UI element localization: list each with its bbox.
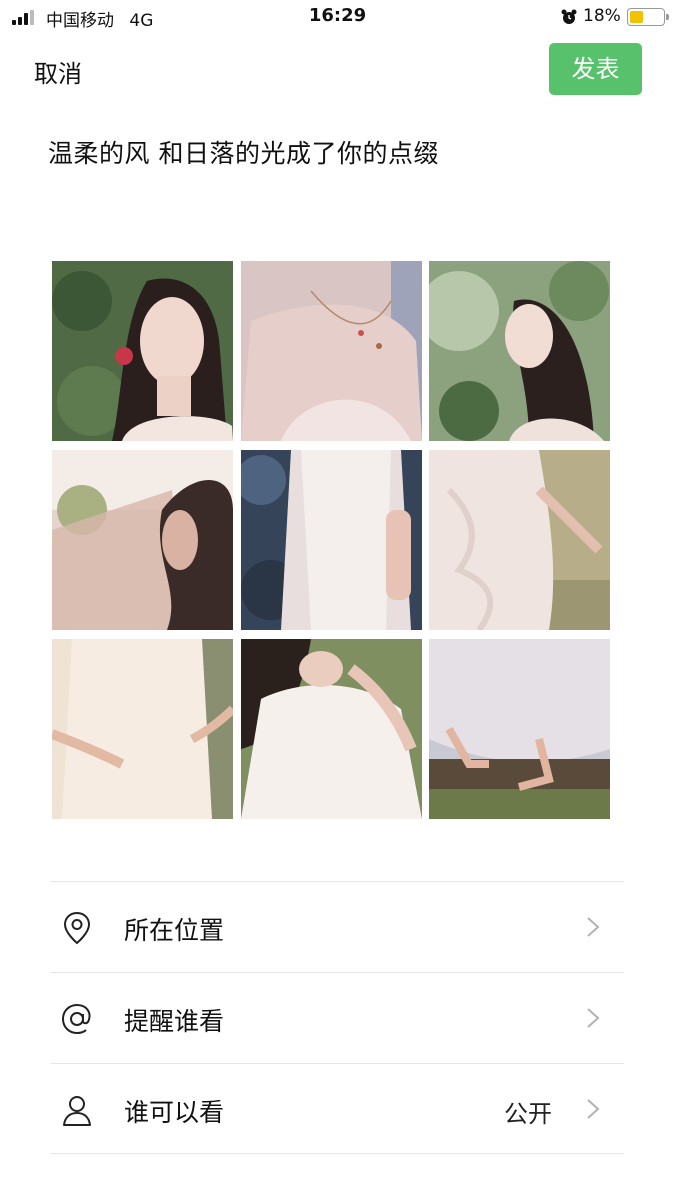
photo-8[interactable] <box>241 639 422 819</box>
mention-row[interactable]: 提醒谁看 <box>51 972 624 1063</box>
cancel-button[interactable]: 取消 <box>34 54 82 89</box>
mention-label: 提醒谁看 <box>124 1007 225 1036</box>
photo-grid <box>52 261 610 819</box>
status-bar: 中国移动 4G 16:29 18% <box>0 0 675 34</box>
photo-9[interactable] <box>429 639 610 819</box>
chevron-right-icon <box>587 1099 600 1119</box>
photo-5[interactable] <box>241 450 422 630</box>
battery-icon <box>627 8 669 26</box>
battery-percent: 18% <box>583 6 621 26</box>
photo-2[interactable] <box>241 261 422 441</box>
battery-fill <box>630 11 643 23</box>
photo-1[interactable] <box>52 261 233 441</box>
location-pin-icon <box>63 911 91 945</box>
at-sign-icon <box>61 1003 91 1035</box>
person-icon <box>63 1096 91 1126</box>
photo-7[interactable] <box>52 639 233 819</box>
chevron-right-icon <box>587 917 600 937</box>
photo-6[interactable] <box>429 450 610 630</box>
visibility-row[interactable]: 谁可以看 公开 <box>51 1063 624 1154</box>
post-text-input[interactable]: 温柔的风 和日落的光成了你的点缀 <box>48 134 439 170</box>
location-row[interactable]: 所在位置 <box>51 881 624 972</box>
photo-3[interactable] <box>429 261 610 441</box>
publish-button[interactable]: 发表 <box>549 43 642 95</box>
location-label: 所在位置 <box>124 916 225 945</box>
visibility-value: 公开 <box>504 1100 552 1128</box>
chevron-right-icon <box>587 1008 600 1028</box>
photo-4[interactable] <box>52 450 233 630</box>
post-options-list: 所在位置 提醒谁看 谁可以看 公开 <box>51 881 624 1154</box>
alarm-icon <box>561 9 577 24</box>
visibility-label: 谁可以看 <box>124 1098 225 1127</box>
